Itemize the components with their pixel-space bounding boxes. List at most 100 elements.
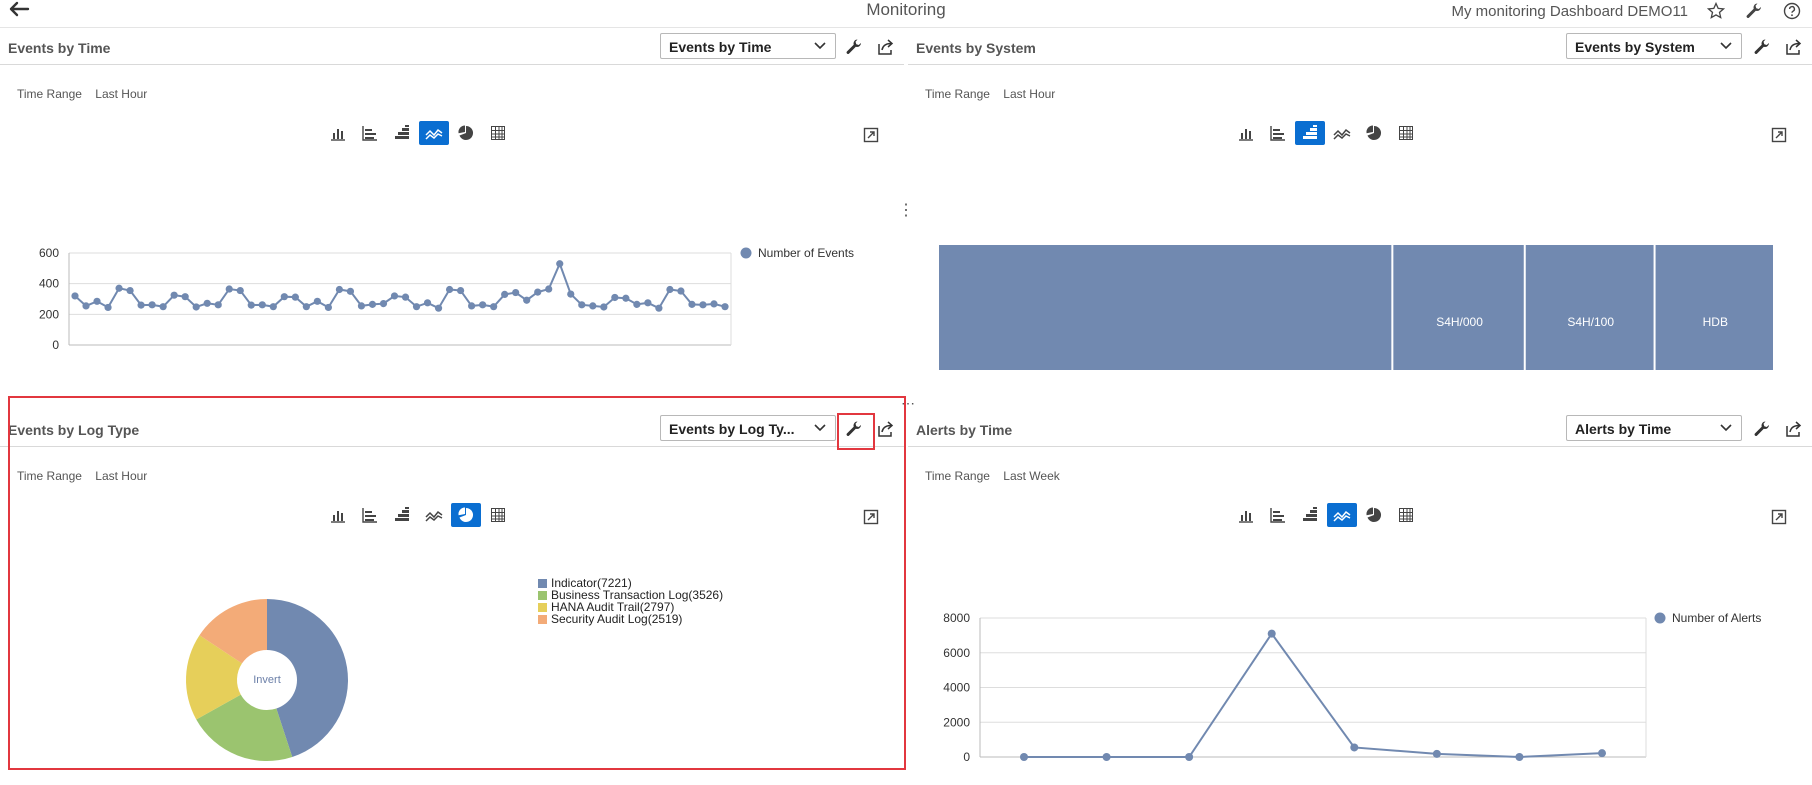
column-chart-button[interactable] — [323, 121, 353, 145]
data-point — [534, 288, 542, 296]
panel-settings-button[interactable] — [1750, 35, 1774, 59]
column-chart-button[interactable] — [323, 503, 353, 527]
stacked-chart-icon — [1303, 507, 1317, 521]
data-point — [71, 292, 79, 300]
events-by-log-type-panel: Events by Log Type Events by Log Ty... T… — [0, 412, 904, 784]
data-point — [578, 301, 586, 309]
help-button[interactable] — [1782, 1, 1802, 21]
table-icon — [1399, 126, 1413, 140]
pie-chart-button[interactable] — [451, 121, 481, 145]
time-range: Time Range Last Hour — [925, 87, 1055, 101]
fullscreen-button[interactable] — [1768, 506, 1790, 528]
data-point — [170, 291, 178, 299]
bar-chart-button[interactable] — [1263, 503, 1293, 527]
bar-chart-button[interactable] — [1263, 121, 1293, 145]
stacked-chart-button[interactable] — [387, 503, 417, 527]
shell-header: Monitoring My monitoring Dashboard DEMO1… — [0, 0, 1812, 28]
share-icon — [878, 421, 894, 437]
more-options-icon[interactable]: ⋯ — [901, 395, 915, 412]
data-point — [567, 290, 575, 298]
data-point — [456, 286, 465, 295]
settings-button[interactable] — [1744, 1, 1764, 21]
line-chart-button[interactable] — [1327, 503, 1357, 527]
stacked-chart-button[interactable] — [387, 121, 417, 145]
favorite-button[interactable] — [1706, 1, 1726, 21]
events-by-system-treemap: S4H/000 S4H/100 HDB — [939, 245, 1773, 370]
data-point — [434, 304, 443, 312]
data-point — [589, 302, 597, 310]
table-view-button[interactable] — [1391, 121, 1421, 145]
line-chart-button[interactable] — [419, 121, 449, 145]
star-icon — [1707, 2, 1725, 19]
chevron-down-icon — [814, 42, 826, 50]
data-point — [104, 303, 112, 312]
view-select[interactable]: Alerts by Time — [1566, 415, 1742, 441]
events-by-system-panel: Events by System Events by System Time R… — [908, 30, 1812, 390]
dashboard-name[interactable]: My monitoring Dashboard DEMO11 — [1452, 3, 1688, 20]
treemap-cell — [1525, 245, 1654, 370]
treemap-cell — [1393, 245, 1524, 370]
pie-chart-button[interactable] — [1359, 121, 1389, 145]
fullscreen-button[interactable] — [1768, 124, 1790, 146]
line-chart-icon — [1333, 510, 1351, 522]
data-point — [93, 297, 101, 305]
data-point — [302, 303, 310, 311]
table-view-button[interactable] — [483, 503, 513, 527]
stacked-chart-button[interactable] — [1295, 121, 1325, 145]
data-point — [269, 303, 277, 311]
panel-settings-button[interactable] — [1750, 417, 1774, 441]
data-point — [1515, 753, 1524, 761]
panel-settings-button[interactable] — [842, 35, 866, 59]
fullscreen-button[interactable] — [860, 506, 882, 528]
time-range-label: Time Range — [925, 87, 990, 101]
panel-share-button[interactable] — [874, 35, 898, 59]
data-point — [115, 284, 123, 292]
table-icon — [1399, 508, 1413, 522]
data-point — [357, 302, 366, 310]
data-point — [401, 293, 410, 301]
pie-chart-button[interactable] — [451, 503, 481, 527]
y-tick-label: 6000 — [943, 646, 970, 660]
y-tick-label: 0 — [52, 338, 59, 352]
line-chart-button[interactable] — [419, 503, 449, 527]
bar-chart-button[interactable] — [355, 503, 385, 527]
stacked-chart-icon — [395, 507, 409, 521]
column-chart-icon — [331, 129, 345, 141]
data-point — [611, 293, 619, 302]
pie-chart-icon — [458, 125, 474, 140]
table-view-button[interactable] — [483, 121, 513, 145]
panel-settings-button[interactable] — [842, 417, 866, 441]
line-chart-icon — [1333, 128, 1351, 140]
panel-share-button[interactable] — [1782, 35, 1806, 59]
data-point — [379, 300, 388, 308]
view-select-value: Events by Log Ty... — [669, 421, 795, 437]
legend-swatch — [538, 603, 547, 612]
stacked-chart-button[interactable] — [1295, 503, 1325, 527]
chart-type-toolbar — [323, 121, 513, 147]
share-icon — [1786, 39, 1802, 55]
pie-chart-button[interactable] — [1359, 503, 1389, 527]
fullscreen-icon — [1771, 127, 1787, 143]
bar-chart-button[interactable] — [355, 121, 385, 145]
column-chart-button[interactable] — [1231, 121, 1261, 145]
data-point — [523, 296, 531, 304]
panel-share-button[interactable] — [874, 417, 898, 441]
table-view-button[interactable] — [1391, 503, 1421, 527]
data-point — [1020, 753, 1028, 761]
data-point — [501, 290, 509, 298]
view-select[interactable]: Events by Time — [660, 33, 836, 59]
chevron-down-icon — [1720, 42, 1732, 50]
data-point — [468, 302, 476, 310]
series-line — [1024, 631, 1603, 759]
bar-chart-icon — [1270, 126, 1285, 141]
fullscreen-button[interactable] — [860, 124, 882, 146]
panel-share-button[interactable] — [1782, 417, 1806, 441]
column-chart-button[interactable] — [1231, 503, 1261, 527]
wrench-icon — [1746, 3, 1761, 18]
view-select[interactable]: Events by System — [1566, 33, 1742, 59]
legend-swatch — [538, 615, 547, 624]
line-chart-button[interactable] — [1327, 121, 1357, 145]
view-select[interactable]: Events by Log Ty... — [660, 415, 836, 441]
treemap-cell — [1655, 245, 1773, 370]
time-range-value: Last Hour — [95, 87, 148, 101]
